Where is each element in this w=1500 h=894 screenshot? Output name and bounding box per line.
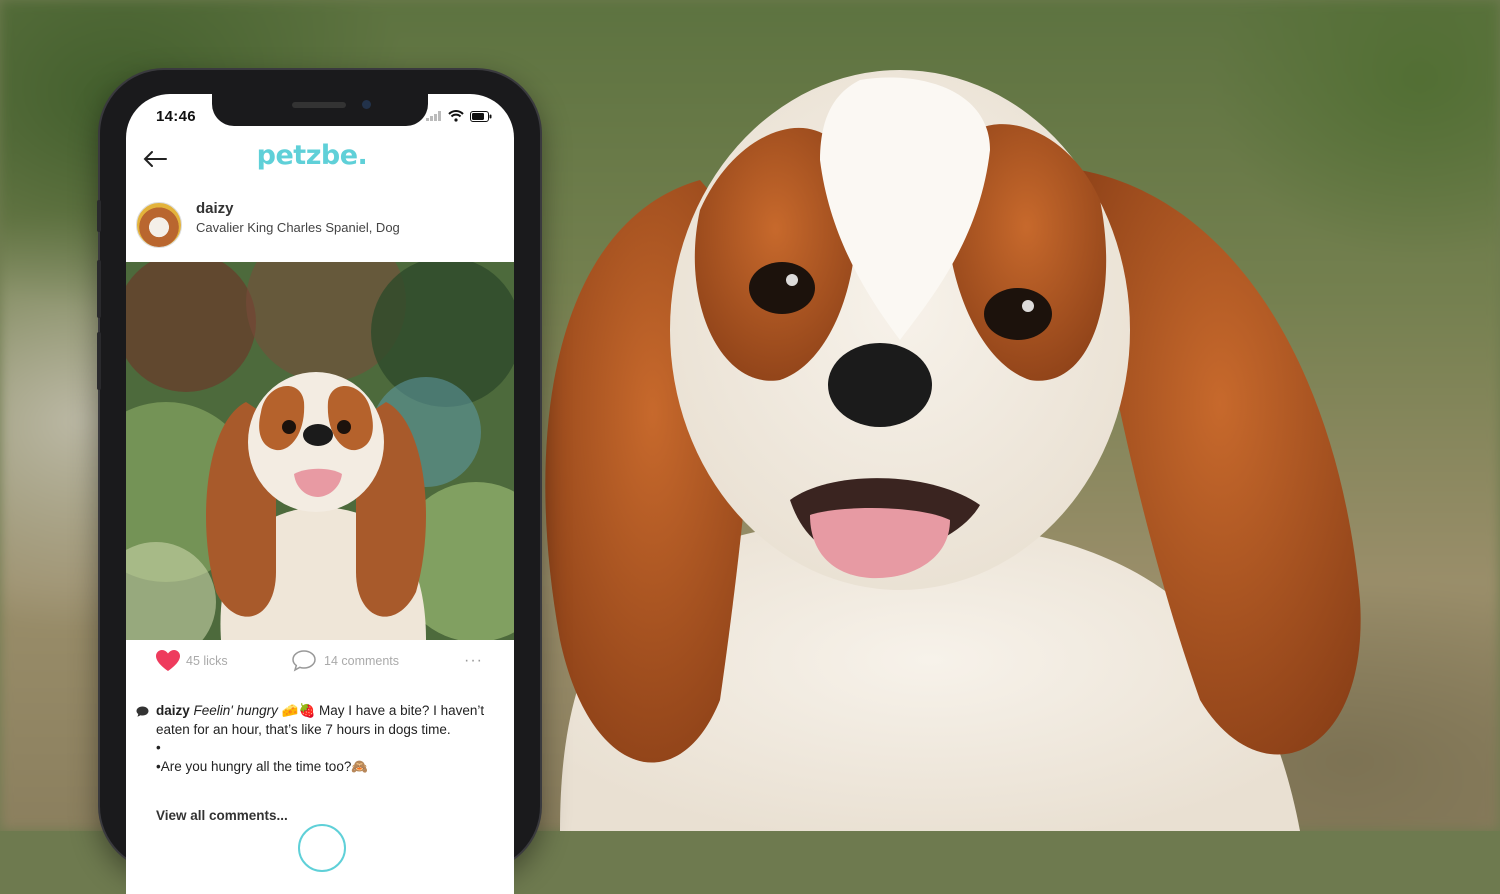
- ellipsis-icon[interactable]: ···: [464, 652, 483, 670]
- caption-emoji-1: 🧀🍓: [281, 703, 316, 718]
- post-photo-image: [126, 262, 514, 640]
- app-logo: petzbe.: [256, 140, 368, 171]
- phone-mockup: 14:46 petzbe. daizy Cavalier King Charle…: [97, 70, 540, 894]
- wifi-icon: [448, 110, 464, 122]
- post-header: daizy Cavalier King Charles Spaniel, Dog: [126, 194, 514, 260]
- avatar[interactable]: [136, 202, 182, 248]
- like-count: 45 licks: [186, 654, 228, 668]
- caption-bullet: •: [156, 740, 161, 755]
- pet-breed: Cavalier King Charles Spaniel, Dog: [196, 220, 400, 235]
- heart-icon: [156, 650, 180, 671]
- caption-italic: Feelin' hungry: [193, 703, 278, 718]
- post-username[interactable]: daizy: [196, 200, 234, 217]
- view-all-comments-link[interactable]: View all comments...: [156, 808, 288, 823]
- speech-bubble-icon: [292, 650, 316, 672]
- caption-line-3: •Are you hungry all the time too?🙈: [156, 758, 496, 777]
- mute-switch: [97, 200, 101, 232]
- speaker-grille: [292, 102, 346, 108]
- volume-down-button: [97, 332, 101, 390]
- status-time: 14:46: [156, 108, 196, 125]
- post-photo[interactable]: [126, 262, 514, 640]
- signal-icon: [426, 111, 441, 121]
- volume-up-button: [97, 260, 101, 318]
- post-actions: 45 licks 14 comments ···: [126, 642, 514, 690]
- caption-question: •Are you hungry all the time too?: [156, 758, 352, 774]
- app-header: petzbe.: [126, 138, 514, 188]
- post-caption: daizy Feelin' hungry 🧀🍓 May I have a bit…: [136, 702, 496, 776]
- like-button[interactable]: 45 licks: [156, 650, 228, 672]
- comment-count: 14 comments: [324, 654, 400, 668]
- caption-emoji-2: 🙈: [351, 758, 369, 774]
- battery-icon: [470, 110, 492, 122]
- caption-line-1: daizy Feelin' hungry 🧀🍓 May I have a bit…: [156, 702, 496, 739]
- phone-screen: 14:46 petzbe. daizy Cavalier King Charle…: [126, 94, 514, 894]
- front-camera: [362, 100, 371, 109]
- caption-bubble-icon: [136, 706, 149, 717]
- phone-notch: [212, 94, 428, 126]
- caption-text: daizy Feelin' hungry 🧀🍓 May I have a bit…: [136, 702, 496, 776]
- comment-button[interactable]: 14 comments: [292, 650, 399, 672]
- status-icons: [426, 110, 492, 122]
- bottom-nav-button[interactable]: [298, 824, 346, 872]
- caption-username[interactable]: daizy: [156, 703, 190, 718]
